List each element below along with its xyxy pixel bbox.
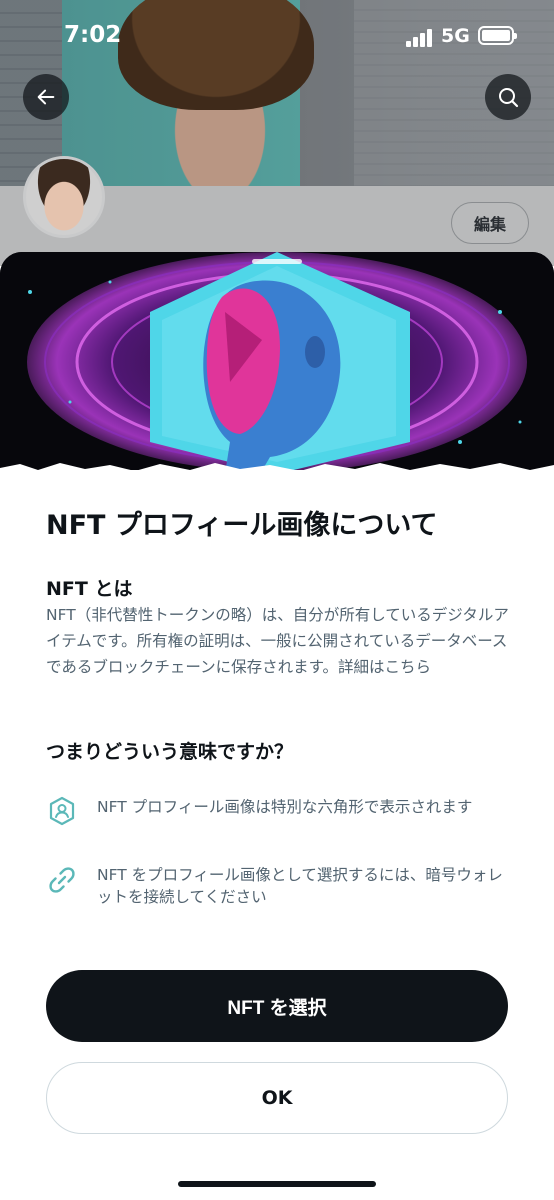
meaning-heading: つまりどういう意味ですか？ — [46, 741, 294, 763]
torn-edge — [0, 463, 554, 478]
feature-hexagon-text: NFT プロフィール画像は特別な六角形で表示されます — [97, 798, 473, 816]
link-icon — [49, 867, 75, 893]
hexagon-user-icon — [49, 796, 75, 826]
nft-hero-illustration — [0, 252, 554, 474]
sheet-grab-handle[interactable] — [252, 259, 302, 264]
edit-profile-button[interactable]: 編集 — [451, 202, 529, 244]
avatar[interactable] — [23, 156, 105, 238]
what-is-nft-description: NFT（非代替性トークンの略）は、自分が所有しているデジタルアイテムです。所有権… — [46, 606, 509, 676]
feature-wallet-text: NFT をプロフィール画像として選択するには、暗号ウォレットを接続してください — [97, 866, 503, 906]
sheet-title: NFT プロフィール画像について — [46, 510, 438, 541]
status-bar: 7:02 5G — [0, 0, 554, 74]
ok-button[interactable]: OK — [46, 1062, 508, 1134]
search-button[interactable] — [485, 74, 531, 120]
status-time: 7:02 — [64, 22, 122, 48]
arrow-left-icon — [37, 89, 55, 105]
home-indicator — [178, 1181, 376, 1187]
select-nft-button[interactable]: NFT を選択 — [46, 970, 508, 1042]
what-is-nft-heading: NFT とは — [46, 578, 133, 600]
back-button[interactable] — [23, 74, 69, 120]
signal-icon — [406, 29, 434, 47]
search-icon — [499, 88, 519, 108]
network-label: 5G — [441, 25, 470, 47]
battery-icon — [478, 26, 517, 45]
